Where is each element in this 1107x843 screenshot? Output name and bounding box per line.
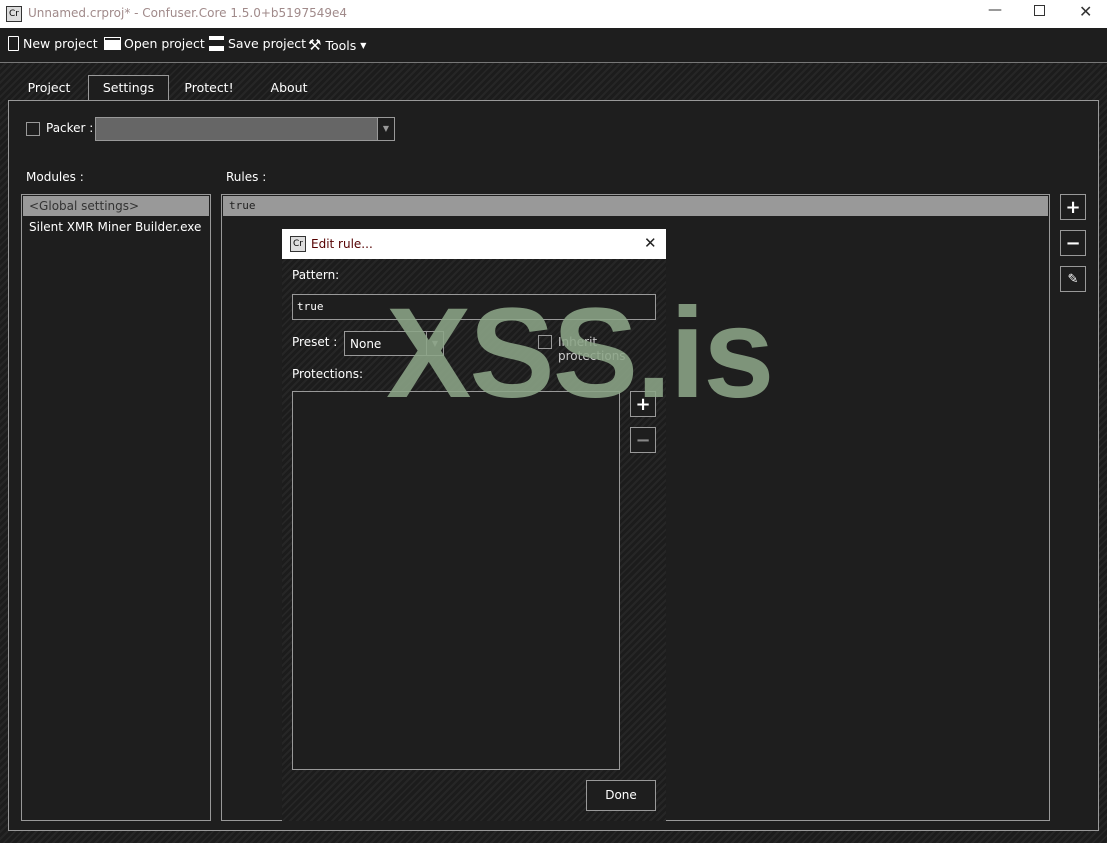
tools-icon: ⚒ [308,36,322,54]
new-file-icon [8,36,19,51]
edit-rule-dialog: Cr Edit rule... ✕ Pattern: true Preset :… [282,229,666,821]
close-icon[interactable]: ✕ [644,234,657,252]
list-item[interactable]: <Global settings> [23,196,209,216]
tab-about[interactable]: About [258,76,320,101]
preset-value: None [350,337,382,351]
app-icon: Cr [290,236,306,252]
tab-settings[interactable]: Settings [88,75,169,101]
rules-label: Rules : [226,170,267,184]
modules-list[interactable]: <Global settings> Silent XMR Miner Build… [21,194,211,821]
open-project-button[interactable]: Open project [104,36,205,51]
plus-icon: + [635,393,651,415]
table-row[interactable]: true [223,196,1048,216]
maximize-button[interactable] [1034,5,1045,16]
tools-menu[interactable]: ⚒ Tools ▼ [308,36,366,54]
preset-combobox[interactable]: None ▼ [344,331,444,356]
new-project-label: New project [23,36,98,51]
toolbar: New project Open project Save project ⚒ T… [0,28,1107,63]
inherit-protections-label: Inherit protections [558,335,626,363]
tab-project[interactable]: Project [18,76,80,101]
folder-icon [104,37,121,50]
chevron-down-icon[interactable]: ▼ [426,332,443,355]
pattern-label: Pattern: [292,268,340,282]
edit-rule-button[interactable]: ✎ [1060,266,1086,292]
save-icon [209,36,224,51]
preset-label: Preset : [292,335,338,349]
new-project-button[interactable]: New project [8,36,98,51]
modules-label: Modules : [26,170,84,184]
open-project-label: Open project [124,36,205,51]
packer-label: Packer : [46,121,94,135]
tools-label: Tools [325,37,357,53]
minus-icon: − [635,429,651,451]
minimize-button[interactable]: — [988,2,1002,18]
list-item[interactable]: Silent XMR Miner Builder.exe [23,217,209,237]
save-project-label: Save project [228,36,307,51]
edit-icon: ✎ [1067,271,1079,287]
window-title: Unnamed.crproj* - Confuser.Core 1.5.0+b5… [28,6,347,20]
app-icon: Cr [6,6,22,22]
packer-combobox[interactable]: ▼ [95,117,395,141]
inherit-protections-checkbox[interactable] [538,335,552,349]
remove-protection-button[interactable]: − [630,427,656,453]
tab-protect[interactable]: Protect! [178,76,240,101]
dropdown-arrow-icon: ▼ [360,40,367,50]
protections-label: Protections: [292,367,364,381]
remove-rule-button[interactable]: − [1060,230,1086,256]
done-button[interactable]: Done [586,780,656,811]
title-bar: Cr Unnamed.crproj* - Confuser.Core 1.5.0… [0,0,1107,28]
add-rule-button[interactable]: + [1060,194,1086,220]
dialog-title-bar: Cr Edit rule... ✕ [282,229,666,259]
pattern-input[interactable]: true [292,294,656,320]
dialog-title: Edit rule... [311,237,373,251]
plus-icon: + [1065,196,1081,218]
add-protection-button[interactable]: + [630,391,656,417]
protections-list[interactable] [292,391,620,770]
minus-icon: − [1065,232,1081,254]
close-button[interactable]: ✕ [1079,2,1092,21]
save-project-button[interactable]: Save project [209,36,306,51]
chevron-down-icon[interactable]: ▼ [377,118,394,140]
packer-checkbox[interactable] [26,122,40,136]
